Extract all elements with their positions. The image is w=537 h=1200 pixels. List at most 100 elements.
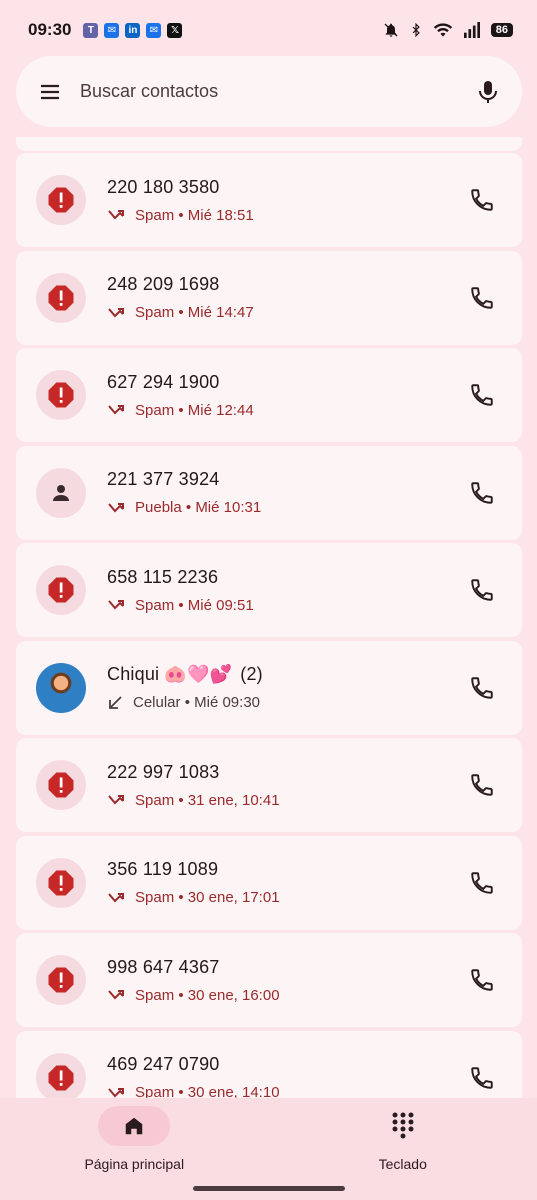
menu-icon[interactable]: [38, 80, 62, 104]
spam-icon: [48, 187, 74, 213]
caller-name: 220 180 3580: [107, 176, 220, 197]
call-log-row[interactable]: 356 119 1089 Spam • 30 ene, 17:01: [16, 835, 522, 930]
separator-dot: •: [180, 694, 195, 711]
phone-icon: [471, 1066, 493, 1089]
missed-call-icon: [108, 795, 124, 805]
dialpad-icon: [392, 1112, 414, 1139]
call-back-button[interactable]: [462, 375, 502, 415]
call-label: Spam: [135, 986, 175, 1004]
call-back-button[interactable]: [462, 180, 502, 220]
call-back-button[interactable]: [462, 863, 502, 903]
call-meta: Spam • Mié 09:51: [107, 597, 462, 614]
bluetooth-icon: [412, 22, 420, 38]
caller-avatar[interactable]: [36, 955, 86, 1005]
call-log-row[interactable]: Chiqui 🐽🩷💕 (2) Celular • Mié 09:30: [16, 640, 522, 735]
spam-icon: [48, 1065, 74, 1090]
call-meta: Spam • 31 ene, 10:41: [107, 792, 462, 809]
call-back-button[interactable]: [462, 668, 502, 708]
call-back-button[interactable]: [462, 570, 502, 610]
nav-keypad-label: Teclado: [378, 1156, 427, 1172]
phone-icon: [471, 384, 493, 406]
call-info: 248 209 1698 Spam • Mié 14:47: [107, 274, 462, 321]
spam-icon: [48, 577, 74, 603]
call-label: Spam: [135, 889, 175, 906]
call-time: Mié 09:30: [194, 694, 260, 711]
separator-dot: •: [174, 304, 188, 321]
search-input[interactable]: Buscar contactos: [80, 81, 218, 102]
call-label: Celular: [133, 694, 181, 711]
linkedin-icon: in: [125, 22, 141, 38]
phone-icon: [471, 969, 493, 991]
call-log-row[interactable]: 221 377 3924 Puebla • Mié 10:31: [16, 445, 522, 540]
caller-name: Chiqui 🐽🩷💕: [107, 664, 233, 684]
phone-icon: [471, 579, 493, 601]
outlook-icon: ✉: [104, 22, 120, 38]
call-label: Spam: [135, 596, 175, 614]
call-info: 658 115 2236 Spam • Mié 09:51: [107, 567, 462, 614]
contact-avatar[interactable]: [36, 662, 86, 713]
call-info: Chiqui 🐽🩷💕 (2) Celular • Mié 09:30: [107, 664, 462, 711]
phone-icon: [471, 189, 493, 211]
call-time: Mié 12:44: [187, 401, 254, 419]
call-back-button[interactable]: [462, 960, 502, 1000]
call-label: Puebla: [135, 499, 182, 516]
call-back-button[interactable]: [462, 765, 502, 805]
nav-home[interactable]: Página principal: [0, 1098, 269, 1200]
mic-icon[interactable]: [476, 79, 500, 105]
call-meta: Spam • Mié 18:51: [107, 207, 462, 224]
incoming-call-icon: [109, 695, 122, 709]
notification-icons: T ✉ in ✉ 𝕏: [83, 22, 183, 38]
missed-call-icon: [108, 600, 124, 610]
call-log-list: 220 180 3580 Spam • Mié 18:51 248 209 1698…: [16, 153, 522, 1128]
separator-dot: •: [174, 889, 188, 906]
call-time: 30 ene, 17:01: [187, 889, 280, 906]
call-info: 222 997 1083 Spam • 31 ene, 10:41: [107, 762, 462, 809]
call-log-row[interactable]: 658 115 2236 Spam • Mié 09:51: [16, 543, 522, 637]
caller-avatar[interactable]: [36, 760, 86, 810]
spam-icon: [48, 870, 74, 895]
call-time: Mié 18:51: [187, 206, 254, 224]
call-log-row[interactable]: 220 180 3580 Spam • Mié 18:51: [16, 153, 522, 247]
status-bar: 09:30 T ✉ in ✉ 𝕏 86: [0, 0, 537, 60]
system-icons: 86: [383, 22, 513, 38]
call-log-row[interactable]: 998 647 4367 Spam • 30 ene, 16:00: [16, 933, 522, 1027]
call-meta: Celular • Mié 09:30: [107, 694, 462, 711]
separator-dot: •: [174, 206, 188, 224]
call-back-button[interactable]: [462, 1058, 502, 1098]
nav-keypad[interactable]: Teclado: [269, 1098, 537, 1200]
call-log-row[interactable]: 627 294 1900 Spam • Mié 12:44: [16, 348, 522, 442]
call-label: Spam: [135, 304, 175, 321]
search-bar[interactable]: Buscar contactos: [16, 56, 522, 127]
call-time: Mié 10:31: [195, 499, 262, 516]
call-info: 356 119 1089 Spam • 30 ene, 17:01: [107, 859, 462, 906]
call-info: 469 247 0790 Spam • 30 ene, 14:10: [107, 1054, 462, 1101]
call-log-row[interactable]: 222 997 1083 Spam • 31 ene, 10:41: [16, 738, 522, 832]
caller-avatar[interactable]: [36, 857, 86, 908]
call-time: 30 ene, 16:00: [187, 986, 280, 1004]
call-meta: Puebla • Mié 10:31: [107, 499, 462, 516]
caller-avatar[interactable]: [36, 370, 86, 420]
phone-icon: [471, 286, 493, 309]
separator-dot: •: [174, 401, 188, 419]
nav-home-label: Página principal: [84, 1156, 185, 1172]
gesture-bar[interactable]: [193, 1186, 345, 1191]
caller-avatar[interactable]: [36, 272, 86, 323]
caller-avatar[interactable]: [36, 1052, 86, 1103]
call-info: 627 294 1900 Spam • Mié 12:44: [107, 372, 462, 419]
call-log-row[interactable]: 248 209 1698 Spam • Mié 14:47: [16, 250, 522, 345]
call-back-button[interactable]: [462, 473, 502, 513]
call-info: 220 180 3580 Spam • Mié 18:51: [107, 177, 462, 224]
call-back-button[interactable]: [462, 278, 502, 318]
caller-name: 658 115 2236: [107, 566, 219, 587]
caller-name: 469 247 0790: [107, 1054, 220, 1074]
missed-call-icon: [108, 307, 124, 317]
call-count: (2): [240, 664, 263, 684]
caller-name: 356 119 1089: [107, 859, 219, 879]
caller-avatar[interactable]: [36, 175, 86, 225]
missed-call-icon: [108, 892, 124, 902]
list-top-edge: [16, 137, 522, 151]
status-time: 09:30: [28, 20, 72, 39]
caller-avatar[interactable]: [36, 565, 86, 615]
separator-dot: •: [174, 596, 188, 614]
caller-avatar[interactable]: [36, 467, 86, 518]
